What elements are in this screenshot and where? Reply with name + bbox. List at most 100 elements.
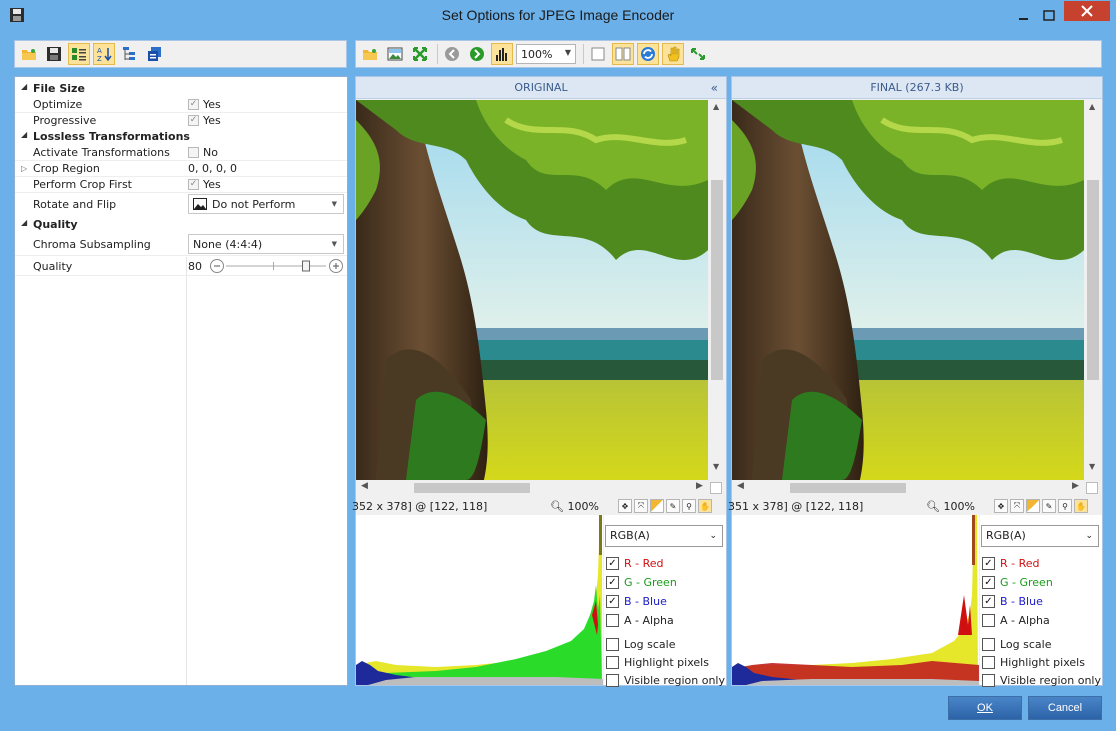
log-scale-checkbox[interactable] xyxy=(982,637,995,651)
highlight-pixels-option[interactable]: Highlight pixels xyxy=(606,654,709,670)
perform-crop-first-checkbox[interactable]: ✓ xyxy=(188,178,199,190)
pan-button[interactable] xyxy=(662,43,684,65)
horizontal-scrollbar[interactable]: ◀ ▶ xyxy=(732,480,1084,496)
categorized-button[interactable] xyxy=(68,43,90,65)
property-row-crop-region[interactable]: ▷ Crop Region 0, 0, 0, 0 xyxy=(15,160,347,176)
vertical-scrollbar[interactable]: ▲ ▼ xyxy=(1084,100,1102,480)
zoom-icon[interactable]: ⚲ xyxy=(1058,499,1072,513)
collapse-triangle-icon[interactable]: ◢ xyxy=(21,82,27,91)
sync-button[interactable] xyxy=(637,43,659,65)
split-view-button[interactable] xyxy=(612,43,634,65)
scrollbar-thumb[interactable] xyxy=(1087,180,1099,380)
visible-region-option[interactable]: Visible region only xyxy=(982,672,1101,688)
red-checkbox[interactable]: ✓ xyxy=(982,556,995,570)
zoom-select[interactable]: 100% ▼ xyxy=(516,44,576,64)
property-row-chroma-subsampling[interactable]: Chroma Subsampling None (4:4:4) ▼ xyxy=(15,234,347,254)
property-row-quality[interactable]: Quality 80 xyxy=(15,257,347,275)
green-checkbox[interactable]: ✓ xyxy=(982,575,995,589)
fit-button[interactable] xyxy=(409,43,431,65)
collapse-panel-icon[interactable]: « xyxy=(711,77,718,99)
fit-icon[interactable]: ⤧ xyxy=(1010,499,1024,513)
fit-icon[interactable]: ⤧ xyxy=(634,499,648,513)
property-row-rotate-and-flip[interactable]: Rotate and Flip Do not Perform ▼ xyxy=(15,194,347,214)
property-row-optimize[interactable]: Optimize ✓ Yes xyxy=(15,96,347,112)
category-file-size[interactable]: ◢ File Size xyxy=(15,80,347,96)
log-scale-option[interactable]: Log scale xyxy=(982,636,1052,652)
visible-region-option[interactable]: Visible region only xyxy=(606,672,725,688)
scroll-left-icon[interactable]: ◀ xyxy=(737,481,744,491)
blue-checkbox[interactable]: ✓ xyxy=(982,594,995,608)
green-channel-option[interactable]: ✓ G - Green xyxy=(606,574,677,590)
visible-region-checkbox[interactable] xyxy=(606,673,619,687)
scrollbar-thumb[interactable] xyxy=(711,180,723,380)
progressive-checkbox[interactable]: ✓ xyxy=(188,114,199,126)
eyedropper-icon[interactable]: ✎ xyxy=(1042,499,1056,513)
highlight-pixels-checkbox[interactable] xyxy=(606,655,619,669)
open-button[interactable] xyxy=(18,43,40,65)
tree-view-button[interactable] xyxy=(118,43,140,65)
blue-checkbox[interactable]: ✓ xyxy=(606,594,619,608)
activate-transformations-checkbox[interactable] xyxy=(188,146,199,158)
maximize-button[interactable] xyxy=(1036,6,1062,26)
scrollbar-thumb[interactable] xyxy=(414,483,530,493)
vertical-scrollbar[interactable]: ▲ ▼ xyxy=(708,100,726,480)
swap-button[interactable] xyxy=(687,43,709,65)
checker-icon[interactable] xyxy=(650,499,664,513)
visible-region-checkbox[interactable] xyxy=(982,673,995,687)
center-icon[interactable]: ✥ xyxy=(994,499,1008,513)
category-quality[interactable]: ◢ Quality xyxy=(15,216,347,232)
highlight-pixels-option[interactable]: Highlight pixels xyxy=(982,654,1085,670)
channel-select[interactable]: RGB(A) ⌄ xyxy=(981,525,1099,547)
image-button[interactable] xyxy=(384,43,406,65)
blue-channel-option[interactable]: ✓ B - Blue xyxy=(606,593,667,609)
highlight-pixels-checkbox[interactable] xyxy=(982,655,995,669)
red-checkbox[interactable]: ✓ xyxy=(606,556,619,570)
green-checkbox[interactable]: ✓ xyxy=(606,575,619,589)
scroll-right-icon[interactable]: ▶ xyxy=(696,481,703,491)
collapse-triangle-icon[interactable]: ◢ xyxy=(21,130,27,139)
zoom-icon[interactable]: ⚲ xyxy=(682,499,696,513)
property-row-perform-crop-first[interactable]: Perform Crop First ✓ Yes xyxy=(15,176,347,192)
quality-slider[interactable] xyxy=(209,258,345,274)
log-scale-option[interactable]: Log scale xyxy=(606,636,676,652)
ok-button[interactable]: OK xyxy=(948,696,1022,720)
original-image-view[interactable] xyxy=(356,100,708,480)
back-button[interactable] xyxy=(441,43,463,65)
hand-icon[interactable]: ✋ xyxy=(698,499,712,513)
sort-alpha-button[interactable]: AZ xyxy=(93,43,115,65)
alpha-checkbox[interactable] xyxy=(982,613,995,627)
close-button[interactable] xyxy=(1064,1,1110,21)
histogram-button[interactable] xyxy=(491,43,513,65)
property-pages-button[interactable] xyxy=(143,43,165,65)
channel-select[interactable]: RGB(A) ⌄ xyxy=(605,525,723,547)
eyedropper-icon[interactable]: ✎ xyxy=(666,499,680,513)
red-channel-option[interactable]: ✓ R - Red xyxy=(606,555,664,571)
checker-icon[interactable] xyxy=(1026,499,1040,513)
property-row-activate-transformations[interactable]: Activate Transformations No xyxy=(15,144,347,160)
blue-channel-option[interactable]: ✓ B - Blue xyxy=(982,593,1043,609)
alpha-checkbox[interactable] xyxy=(606,613,619,627)
scroll-left-icon[interactable]: ◀ xyxy=(361,481,368,491)
cancel-button[interactable]: Cancel xyxy=(1028,696,1102,720)
scroll-up-icon[interactable]: ▲ xyxy=(713,102,719,111)
red-channel-option[interactable]: ✓ R - Red xyxy=(982,555,1040,571)
open-image-button[interactable] xyxy=(359,43,381,65)
center-icon[interactable]: ✥ xyxy=(618,499,632,513)
minimize-button[interactable] xyxy=(1010,6,1036,26)
alpha-channel-option[interactable]: A - Alpha xyxy=(606,612,674,628)
collapse-triangle-icon[interactable]: ◢ xyxy=(21,218,27,227)
green-channel-option[interactable]: ✓ G - Green xyxy=(982,574,1053,590)
column-splitter[interactable] xyxy=(186,257,187,685)
hand-icon[interactable]: ✋ xyxy=(1074,499,1088,513)
alpha-channel-option[interactable]: A - Alpha xyxy=(982,612,1050,628)
log-scale-checkbox[interactable] xyxy=(606,637,619,651)
save-button[interactable] xyxy=(43,43,65,65)
rotate-and-flip-dropdown[interactable]: Do not Perform ▼ xyxy=(188,194,344,214)
horizontal-scrollbar[interactable]: ◀ ▶ xyxy=(356,480,708,496)
forward-button[interactable] xyxy=(466,43,488,65)
property-row-progressive[interactable]: Progressive ✓ Yes xyxy=(15,112,347,128)
slider-thumb[interactable] xyxy=(302,260,310,272)
scroll-up-icon[interactable]: ▲ xyxy=(1089,102,1095,111)
category-lossless-transformations[interactable]: ◢ Lossless Transformations xyxy=(15,128,347,144)
scroll-right-icon[interactable]: ▶ xyxy=(1072,481,1079,491)
